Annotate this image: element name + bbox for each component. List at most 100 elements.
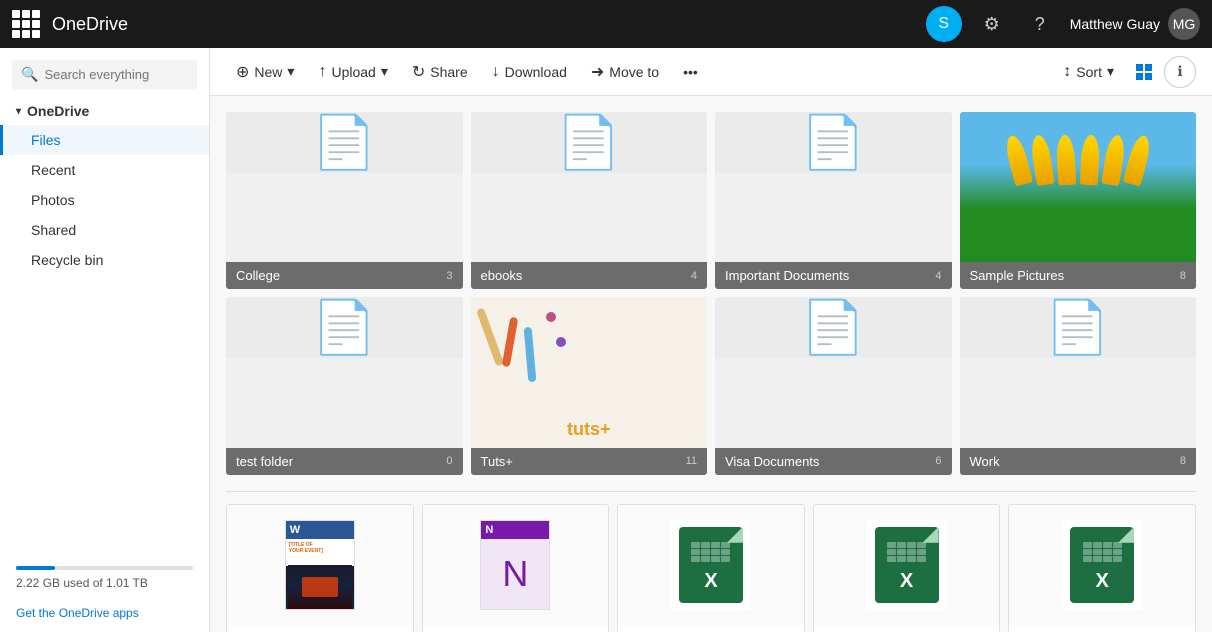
sidebar-item-recycle[interactable]: Recycle bin: [0, 245, 209, 275]
file-name: A testing document.do...: [227, 625, 413, 632]
folder-count: 6: [935, 455, 941, 467]
search-input[interactable]: [44, 67, 188, 82]
sort-icon: ↕: [1063, 63, 1071, 81]
folder-tile-sample-pictures[interactable]: Sample Pictures 8: [960, 112, 1197, 289]
file-tile-book2[interactable]: X Book 2.xlsx: [813, 504, 1001, 632]
more-button[interactable]: •••: [673, 58, 708, 86]
folder-count: 3: [446, 270, 452, 282]
file-preview: W [TITLE OFYOUR EVENT]: [227, 505, 413, 625]
file-preview: X: [1009, 505, 1195, 625]
folder-tile-test-folder[interactable]: 📄 test folder 0: [226, 297, 463, 474]
share-button[interactable]: ↻ Share: [402, 56, 478, 88]
folder-count: 4: [691, 270, 697, 282]
folder-count: 8: [1180, 455, 1186, 467]
download-button[interactable]: ↓ Download: [482, 57, 577, 87]
info-button[interactable]: ℹ: [1164, 56, 1196, 88]
folder-count: 0: [446, 455, 452, 467]
excel-thumbnail: X: [1062, 520, 1142, 610]
file-preview: X: [618, 505, 804, 625]
sidebar-nav: FilesRecentPhotosSharedRecycle bin: [0, 125, 209, 275]
sidebar-item-shared[interactable]: Shared: [0, 215, 209, 245]
storage-text: 2.22 GB used of 1.01 TB: [16, 576, 148, 590]
help-icon[interactable]: ?: [1022, 6, 1058, 42]
excel-thumbnail: X: [867, 520, 947, 610]
files-grid: W [TITLE OFYOUR EVENT] A testing documen…: [226, 504, 1196, 632]
more-icon: •••: [683, 64, 698, 80]
search-icon: 🔍: [21, 66, 38, 83]
file-name: Book 3.xlsx: [1009, 625, 1195, 632]
file-name: Book 1.xlsx: [618, 625, 804, 632]
folder-name: Visa Documents: [725, 454, 819, 469]
file-tile-blue-notes[interactable]: N N Blue notes 👥 Owner: [422, 504, 610, 632]
sort-button[interactable]: ↕ Sort ▾: [1053, 57, 1124, 87]
storage-bar: [16, 566, 193, 570]
plus-icon: ⊕: [236, 62, 249, 82]
folder-tile-important[interactable]: 📄 Important Documents 4: [715, 112, 952, 289]
folder-icon: 📄: [312, 112, 377, 173]
app-grid-icon[interactable]: [12, 10, 40, 38]
toolbar: ⊕ New ▾ ↑ Upload ▾ ↻ Share ↓ Download ➜ …: [210, 48, 1212, 96]
folder-tile-work[interactable]: 📄 Work 8: [960, 297, 1197, 474]
user-name: Matthew Guay: [1070, 16, 1160, 32]
file-tile-book3[interactable]: X Book 3.xlsx: [1008, 504, 1196, 632]
settings-icon[interactable]: ⚙: [974, 6, 1010, 42]
file-preview: N N: [423, 505, 609, 625]
folders-grid: 📄 College 3 📄 ebooks 4 📄 Important Docum…: [226, 112, 1196, 475]
share-icon: ↻: [412, 62, 425, 82]
user-menu[interactable]: Matthew Guay MG: [1070, 8, 1200, 40]
folder-name: Work: [970, 454, 1000, 469]
folder-tile-tutsplus[interactable]: tuts+ Tuts+ 11: [471, 297, 708, 474]
file-preview: X: [814, 505, 1000, 625]
folder-tile-visa[interactable]: 📄 Visa Documents 6: [715, 297, 952, 474]
folder-tile-college[interactable]: 📄 College 3: [226, 112, 463, 289]
main-layout: 🔍 ▾ OneDrive FilesRecentPhotosSharedRecy…: [0, 48, 1212, 632]
folder-icon: 📄: [801, 112, 866, 173]
get-apps-link[interactable]: Get the OneDrive apps: [0, 602, 209, 624]
download-icon: ↓: [492, 63, 500, 81]
grid-view-button[interactable]: [1128, 56, 1160, 88]
folder-name: Sample Pictures: [970, 268, 1065, 283]
file-name: Book 2.xlsx: [814, 625, 1000, 632]
folder-icon: 📄: [801, 297, 866, 358]
moveto-button[interactable]: ➜ Move to: [581, 56, 669, 88]
sidebar: 🔍 ▾ OneDrive FilesRecentPhotosSharedRecy…: [0, 48, 210, 632]
storage-bar-fill: [16, 566, 55, 570]
folder-name: Important Documents: [725, 268, 849, 283]
word-thumbnail: W [TITLE OFYOUR EVENT]: [285, 520, 355, 610]
folder-tile-ebooks[interactable]: 📄 ebooks 4: [471, 112, 708, 289]
folder-icon: 📄: [1045, 297, 1110, 358]
onenote-thumbnail: N N: [480, 520, 550, 610]
folder-name: test folder: [236, 454, 293, 469]
upload-chevron-icon: ▾: [381, 63, 388, 80]
excel-thumbnail: X: [671, 520, 751, 610]
sidebar-item-photos[interactable]: Photos: [0, 185, 209, 215]
folder-count: 4: [935, 270, 941, 282]
search-bar[interactable]: 🔍: [12, 60, 197, 89]
skype-icon[interactable]: S: [926, 6, 962, 42]
folder-name: College: [236, 268, 280, 283]
upload-button[interactable]: ↑ Upload ▾: [308, 57, 397, 87]
content-area: 📄 College 3 📄 ebooks 4 📄 Important Docum…: [210, 96, 1212, 632]
new-button[interactable]: ⊕ New ▾: [226, 56, 304, 88]
folder-count: 8: [1180, 270, 1186, 282]
file-tile-doc1[interactable]: W [TITLE OFYOUR EVENT] A testing documen…: [226, 504, 414, 632]
file-tile-book1[interactable]: X Book 1.xlsx: [617, 504, 805, 632]
app-logo: OneDrive: [52, 14, 128, 35]
file-name: Blue notes: [423, 625, 609, 632]
folder-name: ebooks: [481, 268, 523, 283]
section-divider: [226, 491, 1196, 492]
folder-icon: 📄: [556, 112, 621, 173]
sidebar-item-recent[interactable]: Recent: [0, 155, 209, 185]
storage-info: 2.22 GB used of 1.01 TB: [0, 548, 209, 602]
sort-chevron-icon: ▾: [1107, 63, 1114, 80]
topbar: OneDrive S ⚙ ? Matthew Guay MG: [0, 0, 1212, 48]
user-avatar: MG: [1168, 8, 1200, 40]
upload-icon: ↑: [318, 63, 326, 81]
collapse-icon: ▾: [16, 106, 21, 117]
new-chevron-icon: ▾: [287, 63, 294, 80]
sidebar-heading[interactable]: ▾ OneDrive: [0, 97, 209, 125]
folder-icon: 📄: [312, 297, 377, 358]
sidebar-title: OneDrive: [27, 103, 89, 119]
sidebar-item-files[interactable]: Files: [0, 125, 209, 155]
moveto-icon: ➜: [591, 62, 604, 82]
